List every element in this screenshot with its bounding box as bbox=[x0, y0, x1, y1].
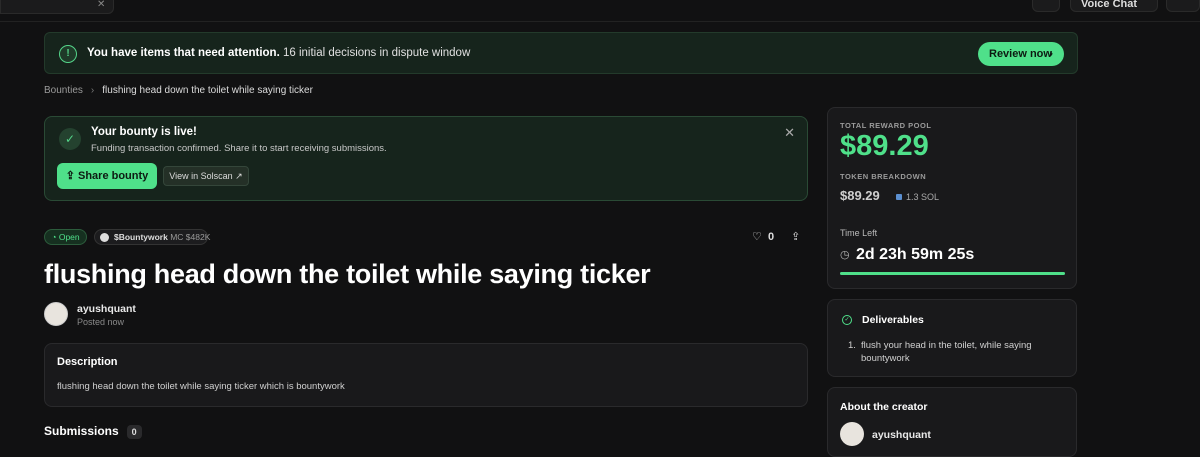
search-area[interactable]: ✕ bbox=[0, 0, 114, 14]
check-circle-icon: ✓ bbox=[59, 128, 81, 150]
deliverables-heading: Deliverables bbox=[862, 314, 924, 326]
creator-name[interactable]: ayushquant bbox=[872, 429, 931, 441]
reward-amount: $89.29 bbox=[840, 130, 929, 162]
breadcrumb-current: flushing head down the toilet while sayi… bbox=[102, 85, 313, 96]
bounty-title: flushing head down the toilet while sayi… bbox=[44, 259, 651, 289]
comment-count: 0 bbox=[767, 231, 775, 243]
close-icon[interactable]: ✕ bbox=[784, 125, 795, 141]
view-solscan-button[interactable]: View in Solscan ↗ bbox=[163, 166, 249, 186]
check-circle-icon: ✓ bbox=[842, 315, 852, 325]
external-link-icon: ↗ bbox=[235, 171, 243, 181]
description-heading: Description bbox=[57, 356, 118, 368]
avatar[interactable] bbox=[44, 302, 68, 326]
token-badge[interactable]: $Bountywork MC $482K bbox=[94, 229, 210, 245]
status-badge: ◔ Open bbox=[44, 229, 87, 245]
bounty-actions: ♡ 0 ⇪ bbox=[752, 230, 800, 243]
description-text: flushing head down the toilet while sayi… bbox=[57, 381, 345, 392]
share-icon[interactable]: ⇪ bbox=[791, 231, 800, 243]
solana-icon bbox=[896, 194, 902, 200]
close-icon[interactable]: ✕ bbox=[97, 0, 105, 10]
time-left-label: Time Left bbox=[840, 228, 878, 238]
review-now-button[interactable]: Review now › bbox=[978, 42, 1064, 66]
reward-pool-label: TOTAL REWARD POOL bbox=[840, 121, 932, 130]
breadcrumb-bounties[interactable]: Bounties bbox=[44, 85, 83, 96]
author-name[interactable]: ayushquant bbox=[77, 303, 136, 315]
alert-message: You have items that need attention. 16 i… bbox=[87, 47, 471, 59]
info-icon: ! bbox=[59, 45, 77, 63]
token-breakdown-label: TOKEN BREAKDOWN bbox=[840, 172, 927, 181]
submissions-count: 0 bbox=[126, 425, 142, 439]
bounty-live-card: ✓ Your bounty is live! Funding transacti… bbox=[44, 116, 808, 201]
chevron-right-icon: › bbox=[1049, 48, 1053, 60]
creator-card: About the creator ayushquant bbox=[827, 387, 1077, 457]
token-icon bbox=[100, 233, 109, 242]
add-icon[interactable] bbox=[1166, 0, 1200, 12]
share-icon: ⇪ bbox=[65, 170, 78, 182]
list-item: 1. flush your head in the toilet, while s… bbox=[848, 340, 1032, 364]
posted-time: Posted now bbox=[77, 317, 125, 327]
creator-heading: About the creator bbox=[840, 401, 928, 413]
voice-chat-button[interactable]: Voice Chat bbox=[1070, 0, 1158, 12]
clock-icon: ◷ bbox=[840, 249, 850, 261]
live-subtitle: Funding transaction confirmed. Share it … bbox=[91, 143, 387, 154]
reward-card: TOTAL REWARD POOL $89.29 TOKEN BREAKDOWN… bbox=[827, 107, 1077, 289]
top-bar: ✕ Voice Chat bbox=[0, 0, 1200, 22]
token-amount: $89.29 bbox=[840, 188, 880, 203]
time-progress-fill bbox=[840, 272, 1065, 275]
comment-icon[interactable]: ♡ bbox=[752, 231, 762, 243]
share-bounty-button[interactable]: ⇪ Share bounty bbox=[57, 163, 157, 189]
attention-alert: ! You have items that need attention. 16… bbox=[44, 32, 1078, 74]
time-left: 2d 23h 59m 25s bbox=[856, 246, 975, 263]
chevron-right-icon: › bbox=[90, 85, 95, 96]
deliverables-card: ✓ Deliverables 1. flush your head in the … bbox=[827, 299, 1077, 377]
edit-icon[interactable] bbox=[1032, 0, 1060, 12]
description-card: Description flushing head down the toile… bbox=[44, 343, 808, 407]
avatar[interactable] bbox=[840, 422, 864, 446]
status-icon: ◔ bbox=[51, 232, 59, 242]
live-title: Your bounty is live! bbox=[91, 126, 197, 138]
breadcrumb: Bounties › flushing head down the toilet w… bbox=[44, 85, 313, 96]
submissions-heading: Submissions 0 bbox=[44, 424, 142, 439]
time-progress-bar bbox=[840, 272, 1065, 275]
sol-amount: 1.3 SOL bbox=[896, 192, 939, 202]
